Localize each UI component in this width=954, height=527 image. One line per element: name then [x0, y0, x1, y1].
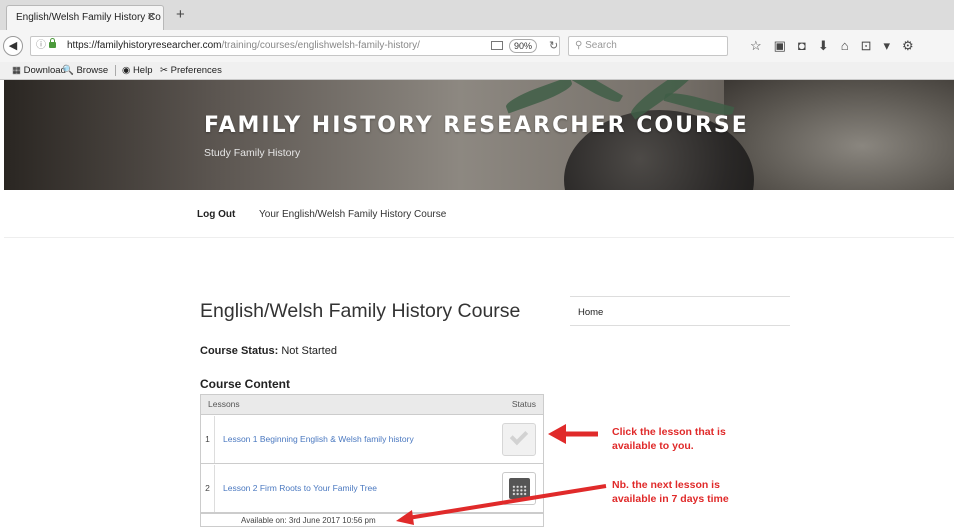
url-text: https://familyhistoryresearcher.com/trai…	[67, 40, 420, 51]
chevron-down-icon[interactable]: ▾	[883, 37, 890, 55]
lesson-number: 1	[201, 416, 215, 463]
status-badge	[502, 423, 536, 456]
star-icon[interactable]: ☆	[750, 37, 762, 55]
reload-icon[interactable]: ↻	[549, 37, 558, 55]
site-title[interactable]: FAMILY HISTORY RESEARCHER COURSE	[204, 113, 749, 138]
course-status: Course Status: Not Started	[200, 345, 337, 357]
separator	[115, 65, 116, 76]
lesson-link[interactable]: Lesson 1 Beginning English & Welsh famil…	[223, 416, 414, 463]
banner-background	[724, 80, 954, 190]
availability-row: Available on: 3rd June 2017 10:56 pm	[201, 513, 543, 527]
plant-leaf	[503, 80, 575, 114]
close-icon[interactable]: ✕	[147, 6, 156, 29]
table-row: 2 Lesson 2 Firm Roots to Your Family Tre…	[201, 465, 543, 513]
browser-toolbar: ◀ ⓘ https://familyhistoryresearcher.com/…	[0, 30, 954, 62]
pocket-icon[interactable]: ◘	[798, 37, 806, 55]
tab-title: English/Welsh Family History Co	[16, 12, 161, 23]
page-title: English/Welsh Family History Course	[200, 300, 521, 322]
bookmark-help[interactable]: ◉ Help	[122, 62, 152, 79]
browser-tab-bar: English/Welsh Family History Co ✕ +	[0, 0, 954, 30]
search-input[interactable]: ⚲ Search	[568, 36, 728, 56]
address-bar[interactable]: ⓘ https://familyhistoryresearcher.com/tr…	[30, 36, 560, 56]
column-header-lessons: Lessons	[208, 399, 240, 409]
course-nav-link[interactable]: Your English/Welsh Family History Course	[259, 209, 446, 220]
toolbar-icons: ☆ ▣ ◘ ⬇ ⌂ ⊡ ▾ ⚙	[750, 37, 914, 55]
arrow-head	[548, 424, 566, 444]
clipboard-icon[interactable]: ▣	[774, 37, 786, 55]
checkmark-icon	[509, 426, 529, 446]
settings-icon[interactable]: ⚙	[902, 37, 914, 55]
sidebar-home-link[interactable]: Home	[578, 307, 603, 318]
zoom-level[interactable]: 90%	[509, 39, 538, 53]
lesson-number: 2	[201, 465, 215, 512]
reader-view-icon[interactable]	[491, 41, 503, 50]
header-banner: FAMILY HISTORY RESEARCHER COURSE Study F…	[4, 80, 954, 190]
bookmark-preferences[interactable]: ✂ Preferences	[160, 62, 222, 79]
sidebar-widget: Home	[570, 296, 790, 326]
bookmarks-bar: ▦ Download 🔍 Browse ◉ Help ✂ Preferences	[0, 62, 954, 80]
browser-tab[interactable]: English/Welsh Family History Co ✕	[6, 5, 164, 30]
lesson-link[interactable]: Lesson 2 Firm Roots to Your Family Tree	[223, 465, 377, 512]
calendar-icon	[509, 478, 530, 499]
download-icon[interactable]: ⬇	[818, 37, 829, 55]
new-tab-icon[interactable]: +	[176, 5, 185, 25]
table-row: 1 Lesson 1 Beginning English & Welsh fam…	[201, 416, 543, 464]
availability-text: Available on: 3rd June 2017 10:56 pm	[241, 516, 376, 525]
home-icon[interactable]: ⌂	[841, 37, 849, 55]
status-badge	[502, 472, 536, 505]
logout-link[interactable]: Log Out	[197, 209, 235, 220]
annotation-note-1: Click the lesson that is available to yo…	[612, 426, 726, 452]
bookmark-download[interactable]: ▦ Download	[12, 62, 66, 79]
column-header-status: Status	[511, 399, 536, 409]
table-header: Lessons Status	[201, 395, 543, 415]
plant-leaf	[565, 80, 623, 107]
info-icon[interactable]: ⓘ	[36, 37, 46, 55]
screenshot-icon[interactable]: ⊡	[861, 37, 872, 55]
lessons-table: Lessons Status 1 Lesson 1 Beginning Engl…	[200, 394, 544, 527]
annotation-note-2: Nb. the next lesson is available in 7 da…	[612, 479, 729, 505]
site-navigation: Log Out Your English/Welsh Family Histor…	[4, 190, 954, 238]
course-content-heading: Course Content	[200, 377, 290, 391]
site-tagline: Study Family History	[204, 147, 301, 159]
back-arrow-icon[interactable]: ◀	[3, 36, 23, 56]
bookmark-browse[interactable]: 🔍 Browse	[62, 62, 108, 79]
lock-icon	[49, 38, 56, 48]
